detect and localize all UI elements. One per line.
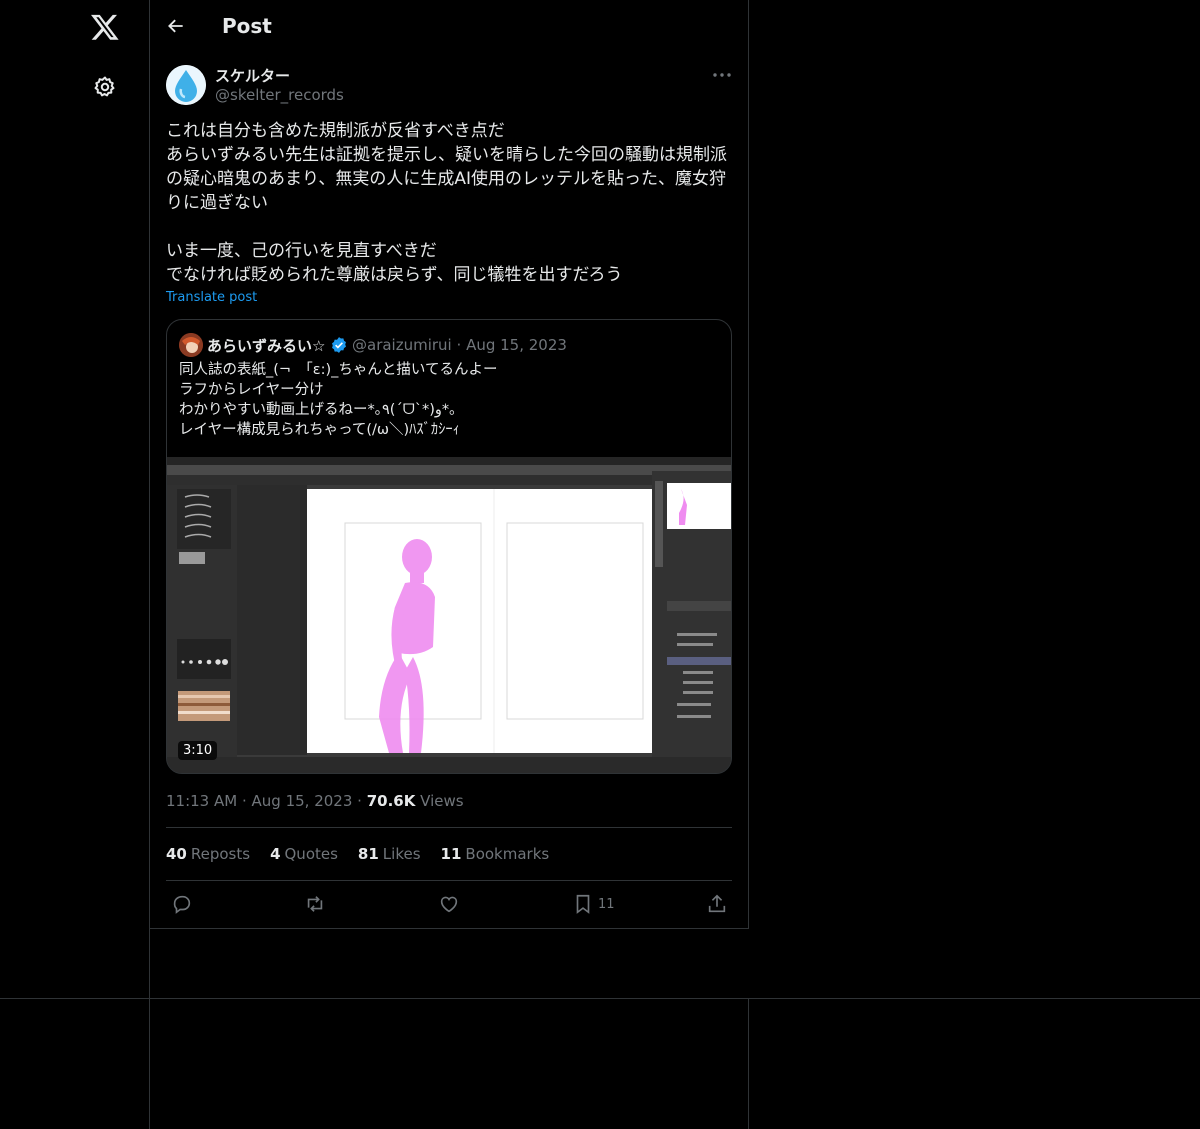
quote-video[interactable]: 3:10 bbox=[167, 457, 731, 773]
more-icon[interactable] bbox=[710, 66, 734, 84]
post-text: これは自分も含めた規制派が反省すべき点だ あらいずみるい先生は証拠を提示し、疑い… bbox=[166, 121, 727, 285]
post-time[interactable]: 11:13 AM bbox=[166, 792, 237, 810]
action-bar: 11 bbox=[166, 893, 732, 917]
bookmark-icon[interactable] bbox=[572, 893, 594, 915]
gear-icon[interactable] bbox=[93, 75, 117, 99]
author-name[interactable]: スケルター bbox=[215, 65, 290, 86]
quoted-post[interactable]: あらいずみるい☆ @araizumirui · Aug 15, 2023 同人誌… bbox=[166, 319, 732, 774]
quote-handle-date: @araizumirui · Aug 15, 2023 bbox=[352, 336, 567, 354]
translate-link[interactable]: Translate post bbox=[166, 290, 257, 305]
quote-date: Aug 15, 2023 bbox=[466, 336, 567, 354]
divider bbox=[166, 827, 732, 828]
quote-handle: @araizumirui bbox=[352, 336, 452, 354]
verified-icon bbox=[332, 337, 346, 353]
left-nav-rail bbox=[0, 0, 150, 1129]
page-title: Post bbox=[222, 14, 272, 38]
post-date[interactable]: Aug 15, 2023 bbox=[252, 792, 353, 810]
stat-reposts[interactable]: 40 Reposts bbox=[166, 845, 250, 863]
separator-dot: · bbox=[456, 336, 467, 354]
views-label: Views bbox=[420, 792, 464, 810]
views-count: 70.6K bbox=[366, 792, 416, 810]
post-header: Post bbox=[150, 0, 748, 53]
quote-author-name: あらいずみるい☆ bbox=[207, 337, 326, 355]
share-icon[interactable] bbox=[706, 893, 728, 915]
divider bbox=[0, 998, 1200, 999]
divider bbox=[748, 999, 749, 1129]
post-column: Post スケルター @skelter_records これは自分も含めた規制派… bbox=[150, 0, 749, 929]
video-thumbnail bbox=[167, 457, 731, 773]
like-icon[interactable] bbox=[438, 893, 460, 915]
stat-likes[interactable]: 81 Likes bbox=[358, 845, 421, 863]
repost-icon[interactable] bbox=[304, 893, 326, 915]
reply-icon[interactable] bbox=[171, 893, 193, 915]
divider bbox=[166, 880, 732, 881]
back-arrow-icon[interactable] bbox=[166, 16, 186, 36]
author-handle[interactable]: @skelter_records bbox=[215, 86, 344, 104]
bookmark-count: 11 bbox=[598, 897, 615, 912]
quote-avatar bbox=[179, 333, 203, 357]
quote-text: 同人誌の表紙_(¬ 「ε:)_ちゃんと描いてるんよー ラフからレイヤー分け わか… bbox=[179, 362, 498, 438]
x-logo-icon[interactable] bbox=[90, 12, 120, 42]
engagement-stats: 40 Reposts 4 Quotes 81 Likes 11 Bookmarks bbox=[166, 845, 549, 863]
author-avatar[interactable] bbox=[166, 65, 206, 105]
stat-bookmarks[interactable]: 11 Bookmarks bbox=[441, 845, 550, 863]
stat-quotes[interactable]: 4 Quotes bbox=[270, 845, 338, 863]
separator-dot: · bbox=[241, 792, 252, 810]
video-duration: 3:10 bbox=[178, 741, 218, 760]
separator-dot: · bbox=[357, 792, 367, 810]
post-meta: 11:13 AM · Aug 15, 2023 · 70.6K Views bbox=[166, 792, 464, 810]
divider bbox=[149, 999, 150, 1129]
